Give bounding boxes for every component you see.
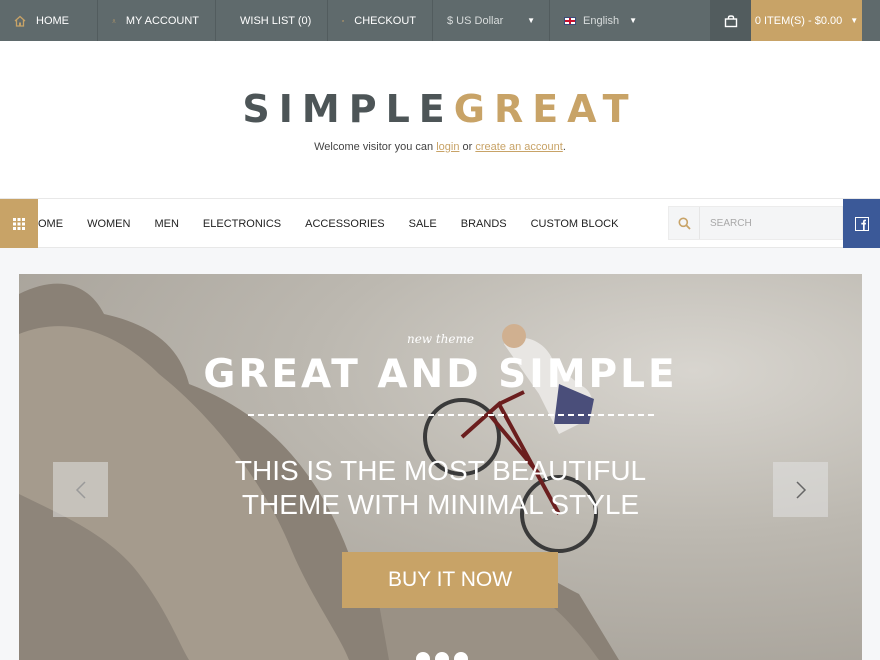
welcome-text: Welcome visitor you can [314,141,434,153]
cart-summary-button[interactable]: 0 item(s) - $0.00 ▼ [751,0,862,41]
checkout-label: Checkout [354,14,416,27]
slide-headline: Great and Simple [203,352,678,397]
language-select[interactable]: English ▼ [550,0,640,41]
welcome-period: . [562,141,566,153]
logo-part-great: GREAT [453,87,638,131]
main-nav: ome Women Men Electronics Accessories Sa… [0,198,880,248]
search-box [668,206,843,240]
nav-item-home[interactable]: ome [38,218,63,230]
chevron-down-icon: ▼ [527,16,535,25]
slide-subtitle: This is the most beautiful theme with mi… [19,454,862,522]
slide-divider [248,414,654,416]
search-button[interactable] [669,207,700,239]
slider-pagination [416,652,468,660]
nav-item-sale[interactable]: Sale [409,218,437,230]
cart-icon-button[interactable] [710,0,751,41]
top-home-link[interactable]: Home [0,0,98,41]
chevron-right-icon [795,480,806,499]
language-value: English [583,14,620,27]
home-label: Home [36,14,69,27]
checkbox-icon [342,19,345,22]
currency-value: $ US Dollar [447,14,504,27]
currency-select[interactable]: $ US Dollar ▼ [433,0,550,41]
chevron-down-icon: ▼ [629,16,637,25]
top-wish-list-link[interactable]: Wish List (0) [216,0,328,41]
welcome-message: Welcome visitor you can login or create … [0,141,880,153]
grid-icon [13,217,25,230]
create-account-link[interactable]: create an account [475,141,562,153]
slide-kicker: new theme [406,332,475,346]
facebook-icon [854,216,869,231]
bag-icon [724,14,737,27]
slider-next-button[interactable] [773,462,828,517]
nav-item-custom-block[interactable]: Custom Block [531,218,619,230]
my-account-label: My Account [125,14,199,27]
uk-flag-icon [564,16,576,25]
search-icon [678,217,691,230]
slider-dot[interactable] [416,652,430,660]
nav-item-electronics[interactable]: Electronics [203,218,281,230]
nav-item-women[interactable]: Women [87,218,130,230]
category-menu-button[interactable] [0,199,38,248]
chevron-down-icon: ▼ [850,16,859,25]
chevron-left-icon [75,480,86,499]
top-my-account-link[interactable]: My Account [98,0,216,41]
slider-dot[interactable] [435,652,449,660]
welcome-or: or [462,141,473,153]
nav-item-men[interactable]: Men [154,218,178,230]
user-icon [112,18,116,23]
top-checkout-link[interactable]: Checkout [328,0,433,41]
nav-item-accessories[interactable]: Accessories [305,218,384,230]
slide-subtitle-line-2: theme with minimal style [241,489,640,520]
hero-slider: new theme Great and Simple This is the m… [19,274,862,660]
login-link[interactable]: login [436,141,459,153]
wish-list-label: Wish List (0) [240,14,312,27]
site-logo[interactable]: SIMPLEGREAT [0,89,880,129]
slider-prev-button[interactable] [53,462,108,517]
home-icon [14,15,26,27]
buy-it-now-button[interactable]: Buy it now [342,552,558,608]
nav-menu: ome Women Men Electronics Accessories Sa… [38,199,642,248]
nav-item-brands[interactable]: Brands [461,218,507,230]
top-bar: Home My Account Wish List (0) Checkout $… [0,0,880,41]
search-input[interactable] [700,207,842,239]
slide-subtitle-line-1: This is the most beautiful [234,455,647,486]
cart-total: 0 item(s) - $0.00 [754,14,843,27]
facebook-button[interactable] [843,199,880,248]
site-header: SIMPLEGREAT Welcome visitor you can logi… [0,41,880,198]
slider-dot[interactable] [454,652,468,660]
logo-part-simple: SIMPLE [242,87,454,131]
